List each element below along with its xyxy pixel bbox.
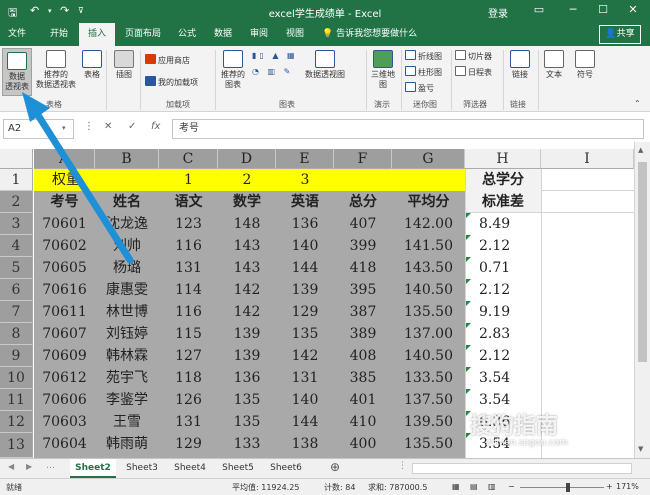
- sheet-tab-sheet3[interactable]: Sheet3: [120, 459, 164, 478]
- average-status: 平均值: 11924.25: [232, 483, 300, 492]
- sheet-tab-sheet5[interactable]: Sheet5: [216, 459, 260, 478]
- sheet-tab-bar: ◀ ▶ … Sheet2 Sheet3 Sheet4 Sheet5 Sheet6…: [0, 458, 650, 478]
- page-break-icon[interactable]: ▥: [488, 482, 496, 491]
- zoom-in-icon[interactable]: +: [606, 482, 613, 491]
- ready-status: 就绪: [6, 483, 22, 492]
- normal-view-icon[interactable]: ▦: [452, 482, 460, 491]
- next-sheet-icon[interactable]: ▶: [26, 462, 32, 471]
- sheet-tab-sheet2[interactable]: Sheet2: [70, 459, 116, 478]
- sheet-tab-sheet6[interactable]: Sheet6: [264, 459, 308, 478]
- sum-status: 求和: 787000.5: [368, 483, 428, 492]
- add-sheet-icon[interactable]: ⊕: [330, 460, 340, 474]
- sheet-tab-sheet4[interactable]: Sheet4: [168, 459, 212, 478]
- scroll-up-icon[interactable]: ▲: [638, 146, 643, 154]
- more-sheets-icon[interactable]: …: [46, 461, 55, 471]
- zoom-slider[interactable]: [520, 487, 604, 488]
- count-status: 计数: 84: [324, 483, 356, 492]
- horizontal-scrollbar[interactable]: [412, 463, 632, 474]
- scroll-down-icon[interactable]: ▼: [638, 445, 643, 453]
- watermark-logo: 搜狗指南: [470, 414, 559, 439]
- prev-sheet-icon[interactable]: ◀: [8, 462, 14, 471]
- zoom-level[interactable]: 171%: [616, 482, 639, 491]
- watermark-url: zhinan.sogou.com: [486, 438, 568, 448]
- vertical-scrollbar[interactable]: ▲ ▼: [634, 142, 650, 458]
- zoom-slider-thumb[interactable]: [566, 483, 570, 492]
- page-layout-icon[interactable]: ▤: [470, 482, 478, 491]
- status-bar: 就绪 平均值: 11924.25 计数: 84 求和: 787000.5 ▦ ▤…: [0, 478, 650, 495]
- tab-splitter-icon[interactable]: ⋮: [398, 461, 407, 471]
- scroll-thumb[interactable]: [638, 162, 647, 362]
- zoom-out-icon[interactable]: −: [508, 482, 515, 491]
